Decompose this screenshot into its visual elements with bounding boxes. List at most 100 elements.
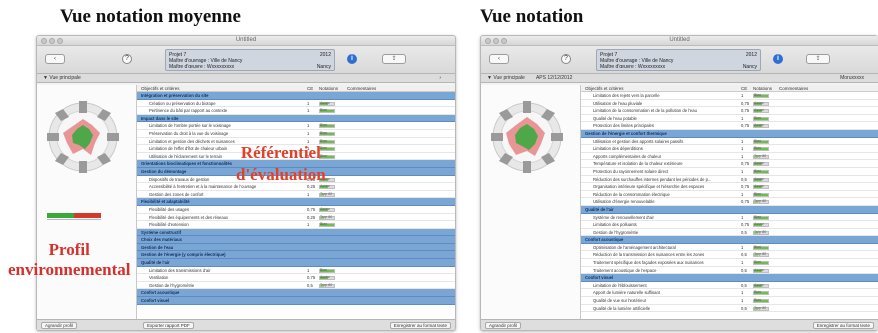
category-row[interactable]: Impact dans le site xyxy=(137,114,455,123)
notation-text: Bien xyxy=(754,93,762,97)
category-row[interactable]: Qualité de l'air xyxy=(581,205,878,214)
table-row[interactable]: Création ou préservation du biotope 1 Asse… xyxy=(137,100,455,108)
notation-text: Bien xyxy=(320,222,328,227)
enlarge-profile-button[interactable]: Agrandir profil xyxy=(41,322,78,329)
row-label: Confort visuel xyxy=(141,298,170,304)
export-pdf-button[interactable]: Exporter rapport PDF xyxy=(143,322,194,329)
col-ce[interactable]: CE xyxy=(307,85,313,92)
row-label: Gestion du démontage xyxy=(141,168,187,174)
table-row[interactable]: Qualité de la lumière artificielle 0,5 Tro… xyxy=(581,305,878,313)
category-row[interactable]: Confort acoustique xyxy=(581,236,878,244)
table-row[interactable]: Limitation de l'ombre portée sur le vois… xyxy=(137,122,455,130)
row-ce-value: 1 xyxy=(741,290,744,296)
row-ce-value: 1 xyxy=(307,222,310,228)
category-row[interactable]: Choix des matériaux xyxy=(137,236,455,244)
table-row[interactable]: Ventilation 0,75 Assez xyxy=(137,274,455,282)
row-ce-value: 1 xyxy=(741,115,744,121)
save-text-button[interactable]: Enregistrer au format texte xyxy=(389,322,451,329)
row-ce-value: 1 xyxy=(741,93,744,98)
row-label: Confort acoustique xyxy=(141,290,180,296)
category-row[interactable]: Gestion de l'énergie (y compris électriq… xyxy=(137,251,455,260)
table-row[interactable]: Limitation des transmissions d'air 1 Bien xyxy=(137,267,455,275)
table-row[interactable]: Réduction de la consommation électrique 1… xyxy=(581,191,878,199)
tab-vue-principale[interactable]: ▼ Vue principale xyxy=(487,75,525,81)
radar-chart-icon[interactable] xyxy=(489,99,565,175)
share-button[interactable]: ⇪ xyxy=(806,54,830,64)
table-row[interactable]: Température et isolation de la chaleur e… xyxy=(581,160,878,168)
category-row[interactable]: Confort visuel xyxy=(137,297,455,305)
radar-chart-icon[interactable] xyxy=(45,99,121,175)
category-row[interactable]: Confort visuel xyxy=(581,274,878,282)
notation-text: Assez xyxy=(754,222,764,227)
table-row[interactable]: Limitation des déperditions 1 Bien xyxy=(581,145,878,153)
table-row[interactable]: Préservation du droit à la vue du voisin… xyxy=(137,130,455,138)
info-icon[interactable]: i xyxy=(773,54,783,64)
table-row[interactable]: Système de renouvellement d'air 1 Bien xyxy=(581,214,878,222)
enlarge-profile-button[interactable]: Agrandir profil xyxy=(485,322,522,329)
back-arrow-icon[interactable]: ‹ xyxy=(45,54,65,64)
category-row[interactable]: Système constructif xyxy=(137,228,455,237)
table-row[interactable]: Limitation des rejets vers la parcelle 1 B… xyxy=(581,92,878,100)
table-row[interactable]: Organisation intérieure spécifique et hi… xyxy=(581,183,878,191)
table-row[interactable]: Pertinence du bâti par rapport au contex… xyxy=(137,107,455,115)
info-icon[interactable]: i xyxy=(347,54,357,64)
chevron-right-icon[interactable]: › xyxy=(439,74,441,83)
table-row[interactable]: Utilisation de l'eau pluviale 0,75 Assez xyxy=(581,100,878,108)
category-row[interactable]: Gestion de l'eau xyxy=(137,243,455,252)
col-objectives[interactable]: Objectifs et critères xyxy=(585,85,624,92)
row-label: Impact dans le site xyxy=(141,115,179,121)
col-ce[interactable]: CE xyxy=(741,85,747,92)
table-row[interactable]: Utilisation et gestion des apports solai… xyxy=(581,138,878,146)
table-row[interactable]: Gestion de l'hygrométrie 0,5 Trop 80 xyxy=(137,282,455,290)
notation-text: Bien xyxy=(754,298,762,303)
help-icon[interactable]: ? xyxy=(561,54,571,64)
table-row[interactable]: Limitation de l'éblouissement 0,5 Assez xyxy=(581,282,878,290)
category-row[interactable]: Flexibilité et adaptabilité xyxy=(137,198,455,206)
tab-aps[interactable]: APS 12/12/2012 xyxy=(536,75,572,81)
share-button[interactable]: ⇪ xyxy=(382,54,406,64)
tab-moru[interactable]: Moruxxxxx xyxy=(840,74,864,83)
row-ce-value: 1 xyxy=(741,191,744,197)
col-objectives[interactable]: Objectifs et critères xyxy=(141,85,180,92)
table-header: Objectifs et critères CE Notations Comme… xyxy=(137,85,455,92)
row-label: Limitation des transmissions d'air xyxy=(149,267,211,273)
col-comments[interactable]: Commentaires xyxy=(347,85,376,92)
table-row[interactable]: Utilisation d'énergie renouvelable 0,75 Tr… xyxy=(581,198,878,206)
row-label: Utilisation de l'éclairement sur le terr… xyxy=(149,153,222,159)
help-icon[interactable]: ? xyxy=(122,54,132,64)
notation-text: Bien xyxy=(754,138,762,143)
table-row[interactable]: Réduction de la transmission des nuisanc… xyxy=(581,251,878,260)
col-notation[interactable]: Notations xyxy=(319,85,338,92)
row-label: Flexibilité d'extension xyxy=(149,222,189,228)
col-comments[interactable]: Commentaires xyxy=(779,85,808,92)
row-ce-value: 0,5 xyxy=(741,252,747,258)
table-row[interactable]: Qualité de vue sur l'extérieur 1 Bien xyxy=(581,297,878,305)
row-ce-value: 1 xyxy=(307,108,310,114)
save-text-button[interactable]: Enregistrer au format texte xyxy=(812,322,874,329)
table-row[interactable]: Apports complémentaires de chaleur 1 Trop … xyxy=(581,153,878,161)
back-arrow-icon[interactable]: ‹ xyxy=(489,54,509,64)
table-row[interactable]: Protection des limites principales 0,75 As… xyxy=(581,122,878,130)
table-row[interactable]: Flexibilité d'extension 1 Bien xyxy=(137,221,455,229)
table-row[interactable]: Limitation des polluants 0,75 Assez xyxy=(581,221,878,229)
table-row[interactable]: Flexibilité des usages 0,75 Assez xyxy=(137,206,455,214)
category-row[interactable]: Gestion de l'énergie et confort thermiqu… xyxy=(581,129,878,138)
table-row[interactable]: Apport de lumière naturelle suffisant 1 Bi… xyxy=(581,289,878,298)
table-row[interactable]: Limitation de la consommation et de la p… xyxy=(581,107,878,115)
notation-text: Trop 80 xyxy=(320,214,333,219)
notation-text: Bien xyxy=(754,260,762,265)
category-row[interactable]: Confort acoustique xyxy=(137,289,455,298)
table-row[interactable]: Qualité de l'eau potable 1 Bien xyxy=(581,115,878,123)
category-row[interactable]: Qualité de l'air xyxy=(137,259,455,267)
tab-vue-principale[interactable]: ▼ Vue principale xyxy=(43,75,81,81)
table-row[interactable]: Protection du rayonnement solaire direct… xyxy=(581,168,878,176)
table-row[interactable]: Optimisation de l'aménagement architectu… xyxy=(581,244,878,252)
table-row[interactable]: Traitement acoustique de l'espace 0,5 Asse… xyxy=(581,267,878,275)
table-row[interactable]: Flexibilité des équipements et des résea… xyxy=(137,214,455,222)
table-row[interactable]: Traitement spécifique des façades exposé… xyxy=(581,259,878,267)
category-row[interactable]: Intégration et préservation du site xyxy=(137,92,455,100)
table-row[interactable]: Gestion de l'hygrométrie 0,5 Trop 80 xyxy=(581,229,878,237)
col-notation[interactable]: Notations xyxy=(753,85,772,92)
table-row[interactable]: Gestion des zones de confort 1 Trop 80 xyxy=(137,191,455,199)
table-row[interactable]: Réduction des surchauffes internes penda… xyxy=(581,176,878,184)
